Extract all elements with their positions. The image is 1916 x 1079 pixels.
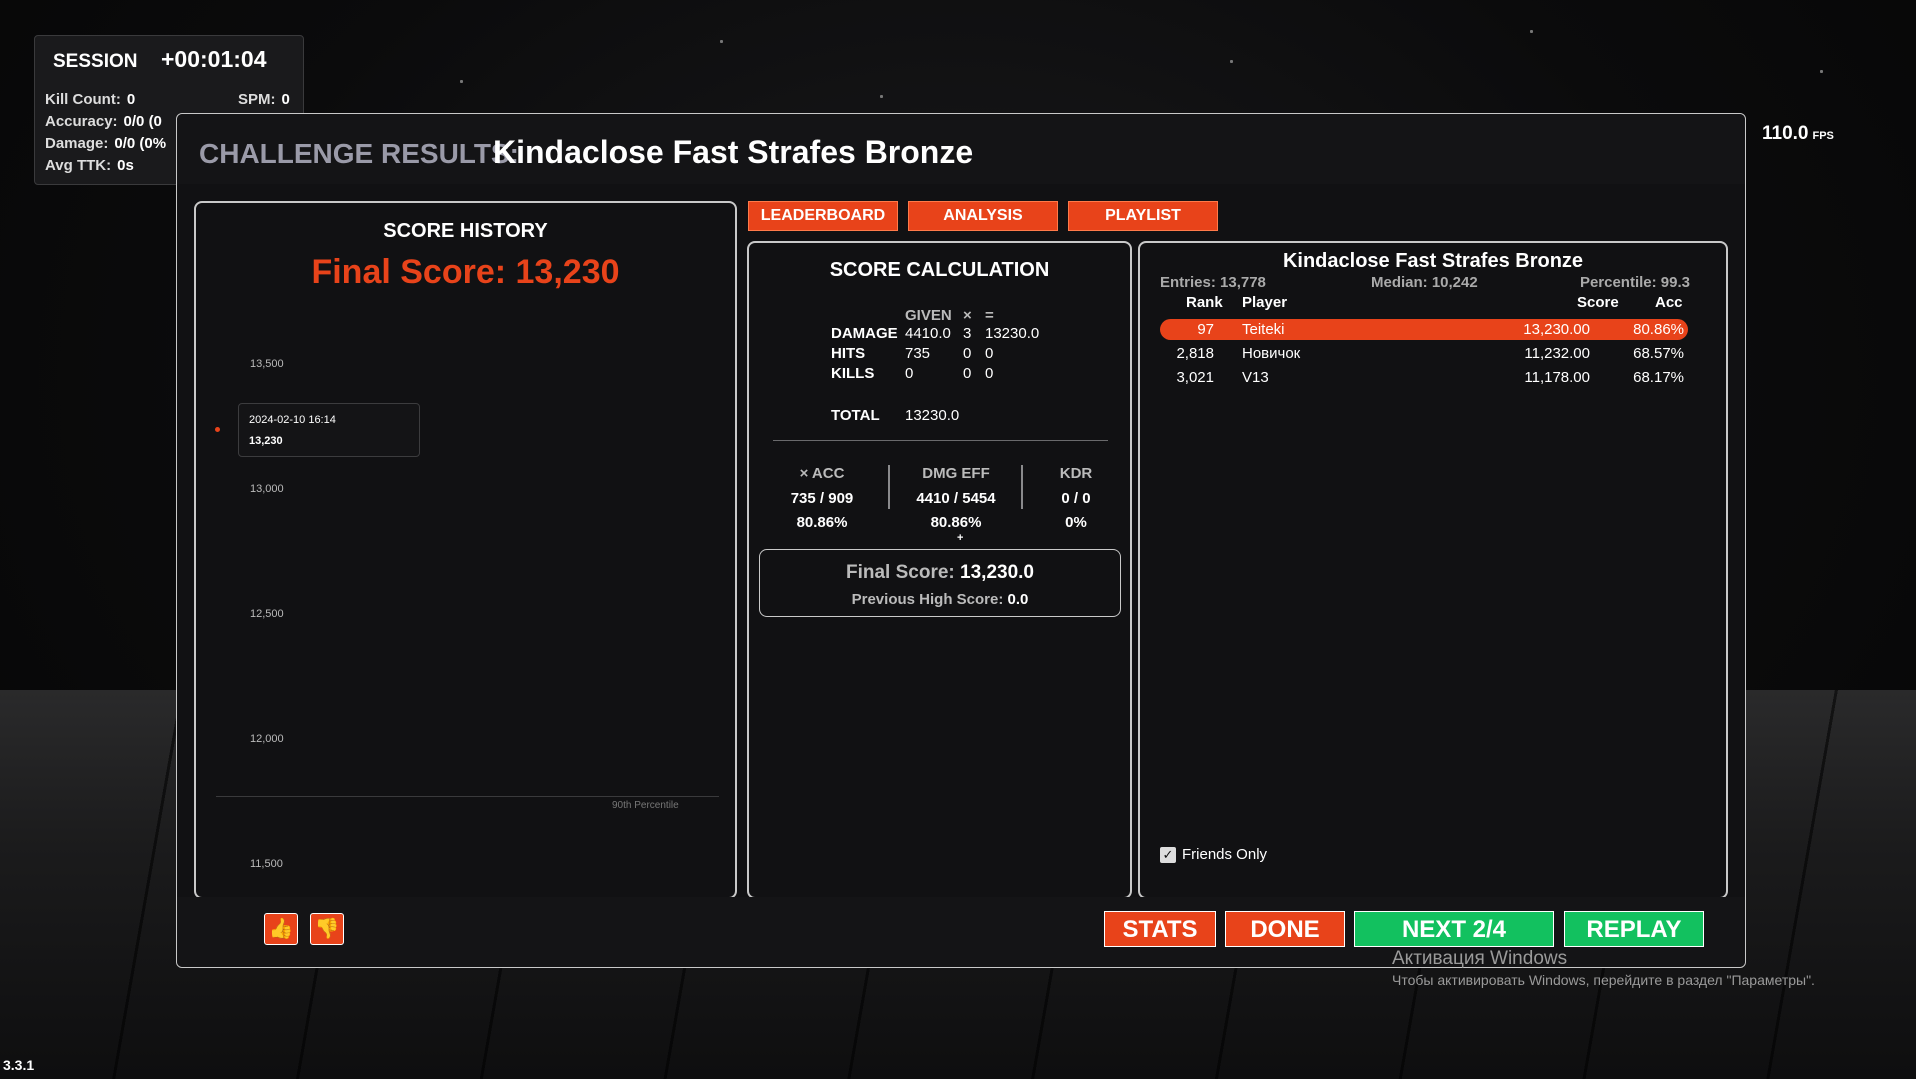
kills-given: 0 [905, 365, 914, 382]
equals-header: = [985, 307, 994, 324]
percentile-label: 90th Percentile [612, 800, 679, 811]
given-header: GIVEN [905, 307, 952, 324]
damage-mult: 3 [963, 325, 972, 342]
background-particle [1820, 70, 1823, 73]
fps-counter: 110.0 FPS [1762, 123, 1834, 144]
leaderboard-title: Kindaclose Fast Strafes Bronze [1282, 250, 1584, 272]
median-score: Median: 10,242 [1371, 274, 1478, 291]
kill-count-row: Kill Count: 0 [45, 91, 136, 108]
background-particle [1230, 60, 1233, 63]
y-tick: 13,000 [250, 483, 284, 495]
player-header: Player [1242, 294, 1288, 311]
thumbs-down-button[interactable]: 👎 [310, 913, 344, 945]
windows-activation-watermark: Активация Windows Чтобы активировать Win… [1392, 948, 1815, 988]
friends-only-checkbox[interactable]: ✓ [1160, 847, 1176, 863]
damage-label: DAMAGE [831, 325, 898, 342]
plus-sign: + [957, 532, 964, 544]
acc-header: Acc [1655, 294, 1683, 311]
challenge-results-dialog: CHALLENGE RESULTS: Kindaclose Fast Straf… [176, 113, 1746, 968]
next-button[interactable]: NEXT 2/4 [1354, 911, 1554, 947]
challenge-name: Kindaclose Fast Strafes Bronze [493, 134, 974, 170]
divider [773, 440, 1108, 441]
tooltip-date: 2024-02-10 16:14 [249, 414, 336, 426]
background-particle [880, 95, 883, 98]
windows-activation-text: Чтобы активировать Windows, перейдите в … [1392, 972, 1815, 988]
previous-high-score-line: Previous High Score: 0.0 [851, 591, 1029, 608]
kdr-ratio: 0 / 0 [1061, 490, 1091, 507]
dmg-eff-label: DMG EFF [922, 465, 990, 482]
acc-label: × ACC [799, 465, 845, 482]
windows-activation-title: Активация Windows [1392, 948, 1568, 969]
damage-given: 4410.0 [905, 325, 951, 342]
dmg-eff-pct: 80.86% [930, 514, 982, 531]
tab-analysis[interactable]: ANALYSIS [908, 201, 1058, 231]
percentile-line [216, 796, 719, 797]
times-header: × [963, 307, 972, 324]
tab-playlist[interactable]: PLAYLIST [1068, 201, 1218, 231]
version-label: 3.3.1 [3, 1057, 35, 1073]
kdr-pct: 0% [1065, 514, 1087, 531]
score-point[interactable] [215, 427, 220, 432]
spm-row: SPM: 0 [238, 91, 290, 108]
y-tick: 13,500 [250, 358, 284, 370]
leaderboard-panel: Kindaclose Fast Strafes Bronze Entries: … [1138, 241, 1728, 899]
rank-header: Rank [1186, 294, 1223, 311]
total-value: 13230.0 [905, 407, 960, 424]
y-tick: 12,000 [250, 733, 284, 745]
tooltip-value: 13,230 [249, 435, 283, 447]
replay-button[interactable]: REPLAY [1564, 911, 1704, 947]
score-history-panel: SCORE HISTORY Final Score: 13,230 13,500… [194, 201, 737, 899]
score-calculation-panel: SCORE CALCULATION GIVEN × = DAMAGE 4410.… [747, 241, 1132, 899]
percentile-value: Percentile: 99.3 [1579, 274, 1690, 291]
avg-ttk-row: Avg TTK: 0s [45, 157, 134, 174]
leaderboard-row[interactable]: 97 Teiteki 13,230.00 80.86% [1160, 319, 1688, 340]
tab-leaderboard[interactable]: LEADERBOARD [748, 201, 898, 231]
acc-ratio: 735 / 909 [790, 490, 854, 507]
kills-result: 0 [985, 365, 994, 382]
hits-given: 735 [905, 345, 931, 362]
final-score-box: Final Score: 13,230.0 Previous High Scor… [759, 549, 1121, 617]
friends-only-label: Friends Only [1182, 846, 1268, 863]
score-tooltip: 2024-02-10 16:14 13,230 [238, 403, 420, 457]
dmg-eff-ratio: 4410 / 5454 [916, 490, 996, 507]
thumbs-up-icon: 👍 [268, 918, 294, 940]
dialog-title-prefix: CHALLENGE RESULTS: [199, 138, 519, 169]
kills-mult: 0 [963, 365, 972, 382]
leaderboard-row[interactable]: 2,818 Новичок 11,232.00 68.57% [1160, 343, 1688, 364]
y-tick: 12,500 [250, 608, 284, 620]
hits-result: 0 [985, 345, 994, 362]
background-particle [460, 80, 463, 83]
entries-count: Entries: 13,778 [1160, 274, 1266, 291]
final-score-line: Final Score: 13,230.0 [846, 562, 1034, 583]
damage-result: 13230.0 [985, 325, 1040, 342]
accuracy-row: Accuracy: 0/0 (0 [45, 113, 162, 130]
hits-label: HITS [831, 345, 866, 362]
leaderboard-row[interactable]: 3,021 V13 11,178.00 68.17% [1160, 367, 1688, 388]
stats-button[interactable]: STATS [1104, 911, 1216, 947]
session-label: SESSION [53, 51, 138, 72]
kdr-label: KDR [1059, 465, 1093, 482]
score-history-title: SCORE HISTORY [383, 220, 548, 242]
acc-pct: 80.86% [796, 514, 848, 531]
score-calculation-title: SCORE CALCULATION [829, 259, 1050, 281]
stat-separator [888, 465, 890, 509]
background-particle [1530, 30, 1533, 33]
dialog-header: CHALLENGE RESULTS: Kindaclose Fast Straf… [177, 114, 1745, 184]
y-tick: 11,500 [250, 858, 283, 870]
final-score-heading: Final Score: 13,230 [311, 253, 620, 291]
done-button[interactable]: DONE [1225, 911, 1345, 947]
thumbs-down-icon: 👎 [314, 918, 340, 940]
thumbs-up-button[interactable]: 👍 [264, 913, 298, 945]
total-label: TOTAL [831, 407, 880, 424]
hits-mult: 0 [963, 345, 972, 362]
damage-row: Damage: 0/0 (0% [45, 135, 167, 152]
background-particle [720, 40, 723, 43]
score-header: Score [1577, 294, 1619, 311]
session-time: +00:01:04 [161, 46, 267, 72]
kills-label: KILLS [831, 365, 875, 382]
